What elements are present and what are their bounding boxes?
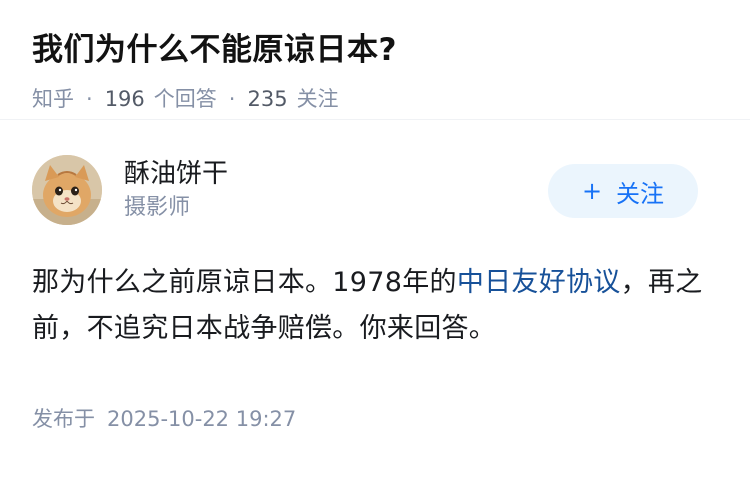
publish-time: 发布于 2025-10-22 19:27 — [32, 404, 718, 434]
follow-button[interactable]: + 关注 — [548, 164, 698, 218]
follow-button-label: 关注 — [616, 179, 665, 208]
answer-link[interactable]: 中日友好协议 — [457, 267, 621, 298]
follow-count: 235 — [247, 87, 288, 111]
author-name[interactable]: 酥油饼干 — [124, 157, 228, 191]
author-info: 酥油饼干 摄影师 — [124, 157, 228, 223]
question-header: 我们为什么不能原谅日本? 知乎 · 196 个回答 · 235 关注 — [0, 0, 750, 120]
follow-count-label: 关注 — [296, 87, 339, 111]
answer-text: 那为什么之前原谅日本。1978年的 — [32, 267, 457, 298]
question-title[interactable]: 我们为什么不能原谅日本? — [32, 30, 718, 70]
question-meta: 知乎 · 196 个回答 · 235 关注 — [32, 84, 718, 114]
answer-content: 那为什么之前原谅日本。1978年的中日友好协议，再之前，不追究日本战争赔偿。你来… — [32, 260, 722, 352]
avatar[interactable] — [32, 155, 102, 225]
cat-avatar-icon — [32, 155, 102, 225]
published-time: 2025-10-22 19:27 — [107, 407, 297, 431]
author-bio: 摄影师 — [124, 195, 191, 220]
author-row: 酥油饼干 摄影师 + 关注 — [32, 152, 718, 228]
answer-count: 196 — [104, 87, 145, 111]
plus-icon: + — [581, 177, 603, 205]
meta-separator: · — [228, 87, 236, 111]
meta-separator: · — [86, 87, 93, 111]
answer-card: 酥油饼干 摄影师 + 关注 那为什么之前原谅日本。1978年的中日友好协议，再之… — [0, 120, 750, 434]
published-label: 发布于 — [32, 407, 95, 431]
source-label[interactable]: 知乎 — [32, 84, 74, 114]
answer-count-label: 个回答 — [153, 87, 217, 111]
